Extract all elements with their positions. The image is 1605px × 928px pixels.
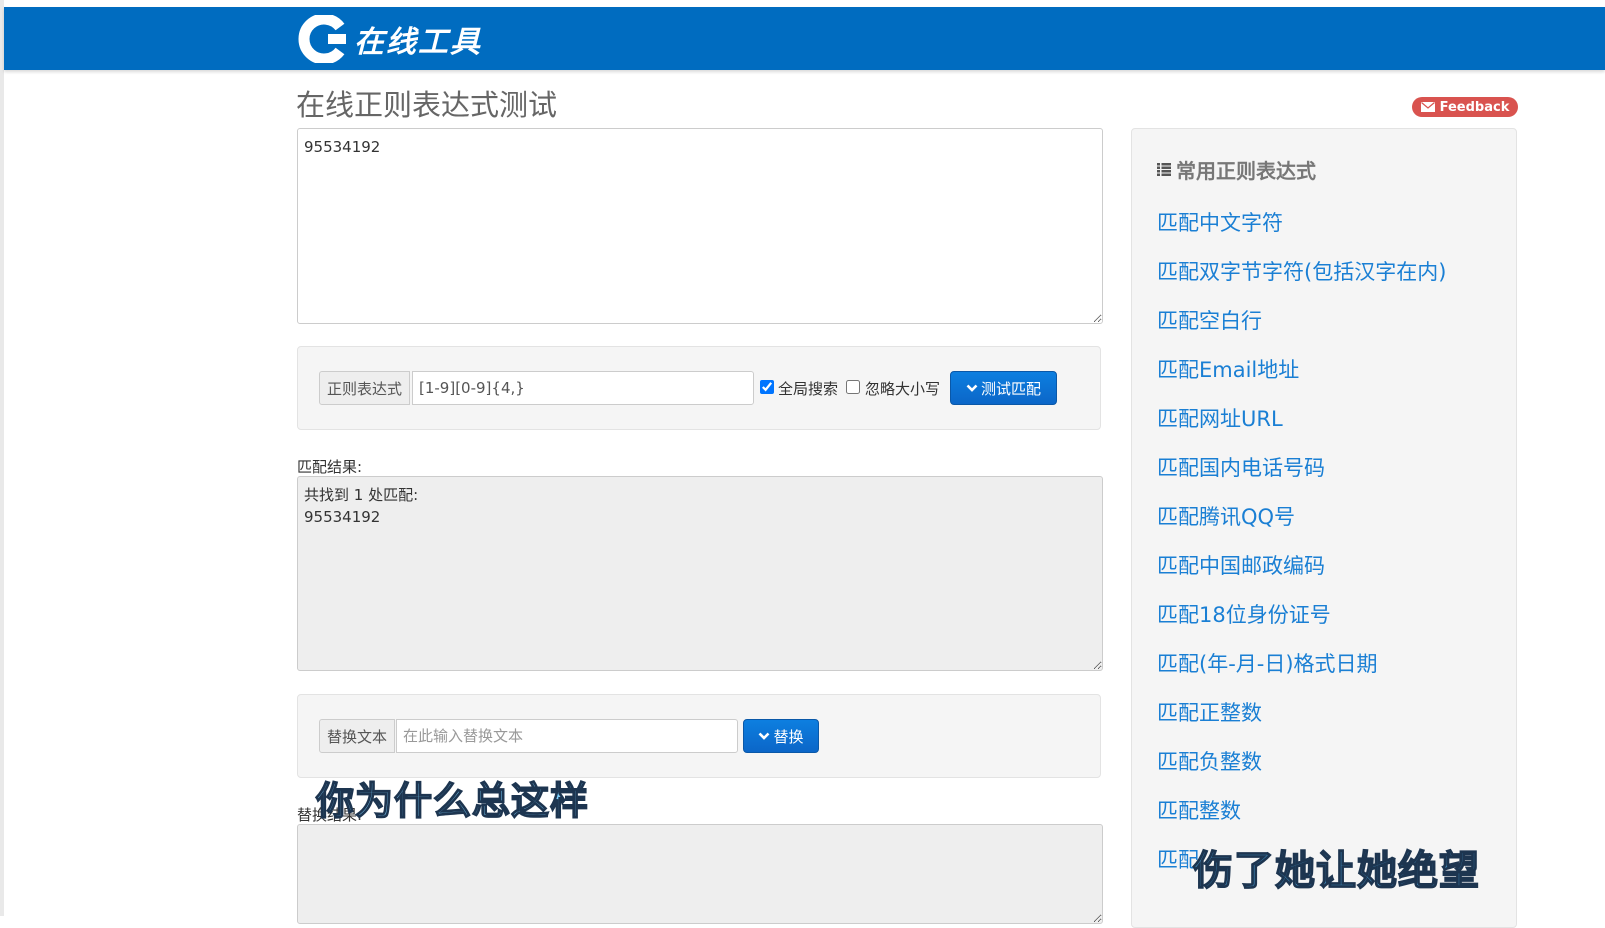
regex-link[interactable]: 匹配中国邮政编码 [1157, 554, 1325, 578]
regex-link[interactable]: 匹配腾讯QQ号 [1157, 505, 1295, 529]
replace-text-input[interactable] [396, 719, 738, 753]
match-result-output[interactable] [297, 476, 1103, 671]
global-search-checkbox[interactable] [760, 380, 774, 394]
list-item: 匹配18位身份证号 [1157, 597, 1446, 646]
brand-text: 在线工具 [354, 25, 482, 60]
replace-result-output[interactable] [297, 824, 1103, 924]
regex-pattern-input[interactable] [412, 371, 754, 405]
regex-link[interactable]: 匹配(年-月-日)格式日期 [1157, 652, 1378, 676]
regex-addon-label: 正则表达式 [319, 371, 411, 405]
chevron-down-icon [759, 732, 770, 740]
regex-link[interactable]: 匹配Email地址 [1157, 358, 1299, 382]
regex-panel: 正则表达式 全局搜索 忽略大小写 测试匹配 [297, 346, 1101, 430]
list-item: 匹配双字节字符(包括汉字在内) [1157, 254, 1446, 303]
page-title: 在线正则表达式测试 [296, 88, 558, 122]
source-text-input[interactable] [297, 128, 1103, 324]
list-item: 匹配中文字符 [1157, 205, 1446, 254]
sidebar-title-text: 常用正则表达式 [1176, 159, 1316, 183]
logo-c-icon [298, 15, 346, 63]
list-item: 匹配正整数 [1157, 695, 1446, 744]
top-strip [0, 0, 1605, 7]
video-subtitle-left: 你为什么总这样 [315, 778, 590, 824]
feedback-label: Feedback [1439, 99, 1510, 115]
list-item: 匹配整数 [1157, 793, 1446, 842]
replace-addon-label: 替换文本 [319, 719, 396, 753]
ignore-case-checkbox[interactable] [846, 380, 860, 394]
site-logo[interactable]: 在线工具 [298, 15, 482, 63]
site-header: 在线工具 [4, 7, 1605, 70]
regex-link[interactable]: 匹配双字节字符(包括汉字在内) [1157, 260, 1446, 284]
sidebar-title: 常用正则表达式 [1157, 155, 1316, 184]
list-item: 匹配Email地址 [1157, 352, 1446, 401]
test-match-label: 测试匹配 [980, 379, 1041, 398]
replace-panel: 替换文本 替换 [297, 694, 1101, 778]
regex-link[interactable]: 匹配空白行 [1157, 309, 1262, 333]
regex-link[interactable]: 匹配负整数 [1157, 750, 1262, 774]
chevron-down-icon [966, 384, 978, 392]
regex-link[interactable]: 匹配整数 [1157, 799, 1241, 823]
list-icon [1157, 163, 1171, 176]
left-strip [0, 0, 4, 916]
regex-link-list: 匹配中文字符 匹配双字节字符(包括汉字在内) 匹配空白行 匹配Email地址 匹… [1157, 205, 1446, 891]
list-item: 匹配空白行 [1157, 303, 1446, 352]
list-item: 匹配网址URL [1157, 401, 1446, 450]
regex-link[interactable]: 匹配网址URL [1157, 407, 1283, 431]
regex-link[interactable]: 匹配正整数 [1157, 701, 1262, 725]
list-item: 匹配中国邮政编码 [1157, 548, 1446, 597]
common-regex-sidebar: 常用正则表达式 匹配中文字符 匹配双字节字符(包括汉字在内) 匹配空白行 匹配E… [1131, 128, 1517, 928]
mail-icon [1420, 102, 1435, 112]
replace-button-label: 替换 [773, 727, 804, 746]
regex-link[interactable]: 匹配中文字符 [1157, 211, 1283, 235]
replace-button[interactable]: 替换 [743, 719, 819, 753]
list-item: 匹配负整数 [1157, 744, 1446, 793]
video-subtitle-right: 伤了她让她绝望 [1192, 847, 1480, 895]
ignore-case-label: 忽略大小写 [865, 380, 941, 398]
global-search-label: 全局搜索 [778, 380, 839, 398]
regex-link[interactable]: 匹配18位身份证号 [1157, 603, 1331, 627]
feedback-button[interactable]: Feedback [1412, 97, 1518, 117]
match-result-label: 匹配结果: [297, 458, 363, 476]
list-item: 匹配(年-月-日)格式日期 [1157, 646, 1446, 695]
list-item: 匹配国内电话号码 [1157, 450, 1446, 499]
test-match-button[interactable]: 测试匹配 [950, 371, 1057, 405]
list-item: 匹配腾讯QQ号 [1157, 499, 1446, 548]
regex-link[interactable]: 匹配国内电话号码 [1157, 456, 1325, 480]
